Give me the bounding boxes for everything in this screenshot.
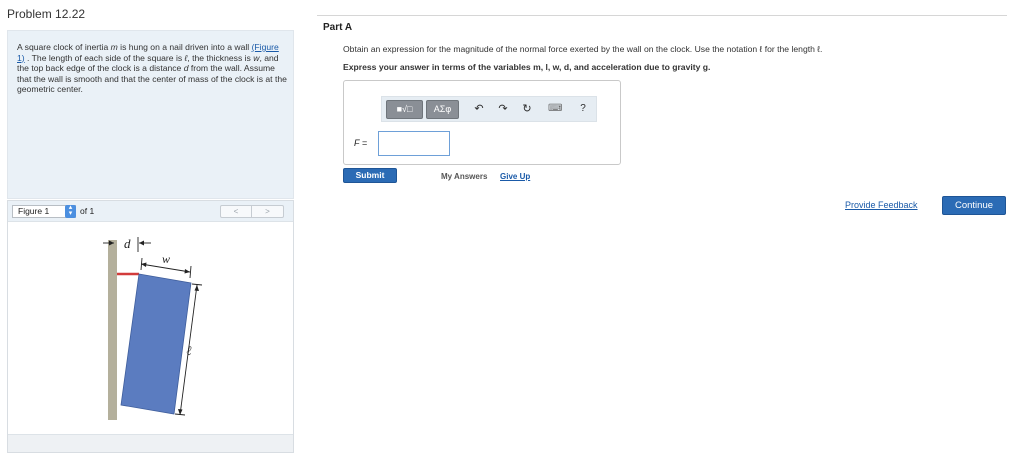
figure-footer bbox=[8, 434, 293, 452]
figure-panel: Figure 1 ▴ ▾ of 1 < > d w ℓ bbox=[7, 200, 294, 453]
templates-button[interactable]: ■√□ bbox=[386, 100, 423, 119]
my-answers-link[interactable]: My Answers bbox=[441, 172, 487, 181]
label-w: w bbox=[162, 252, 170, 266]
continue-button[interactable]: Continue bbox=[942, 196, 1006, 215]
page: Problem 12.22 A square clock of inertia … bbox=[0, 0, 1024, 457]
problem-text-4: , the thickness is bbox=[187, 52, 254, 63]
clock-diagram: d w ℓ bbox=[103, 236, 203, 420]
part-a-instruction: Express your answer in terms of the vari… bbox=[343, 62, 711, 72]
answer-input[interactable] bbox=[378, 131, 450, 156]
problem-statement-box: A square clock of inertia m is hung on a… bbox=[7, 30, 294, 199]
select-spinner-icon: ▴ ▾ bbox=[65, 204, 76, 218]
answer-label: F = bbox=[354, 138, 368, 148]
problem-text-3: . The length of each side of the square … bbox=[24, 52, 185, 63]
var-m: m bbox=[110, 42, 118, 52]
figure-select-value: Figure 1 bbox=[18, 206, 50, 216]
d-arrowhead-right bbox=[139, 240, 144, 246]
redo-icon[interactable]: ↷ bbox=[496, 102, 510, 116]
undo-icon[interactable]: ↶ bbox=[472, 102, 486, 116]
wall bbox=[108, 240, 117, 420]
reset-icon[interactable]: ↻ bbox=[520, 102, 534, 116]
equation-toolbar: ■√□ ΑΣφ ↶ ↷ ↻ ⌨ ? bbox=[381, 96, 597, 122]
figure-nav: < > bbox=[220, 205, 284, 218]
keyboard-icon[interactable]: ⌨ bbox=[548, 102, 562, 116]
help-icon[interactable]: ? bbox=[576, 102, 590, 116]
l-tick-top bbox=[191, 283, 203, 286]
l-arrowhead-top bbox=[194, 285, 199, 291]
problem-text-1: A square clock of inertia bbox=[17, 42, 111, 52]
problem-title: Problem 12.22 bbox=[7, 7, 86, 21]
w-tick-right bbox=[189, 265, 192, 279]
problem-statement: A square clock of inertia m is hung on a… bbox=[17, 42, 287, 95]
part-a-question: Obtain an expression for the magnitude o… bbox=[343, 44, 823, 54]
label-d: d bbox=[124, 236, 131, 251]
answer-box: ■√□ ΑΣφ ↶ ↷ ↻ ⌨ ? F = bbox=[343, 80, 621, 165]
figure-prev-button[interactable]: < bbox=[221, 206, 252, 217]
submit-button[interactable]: Submit bbox=[343, 168, 397, 183]
w-arrowhead-right bbox=[184, 269, 190, 274]
figure-select[interactable]: Figure 1 ▴ ▾ bbox=[12, 204, 76, 218]
part-a-title: Part A bbox=[323, 22, 353, 33]
give-up-link[interactable]: Give Up bbox=[500, 172, 530, 181]
figure-count: of 1 bbox=[80, 206, 95, 216]
clock bbox=[120, 273, 192, 415]
problem-text-2: is hung on a nail driven into a wall bbox=[117, 42, 250, 52]
divider bbox=[317, 15, 1007, 16]
label-l: ℓ bbox=[186, 343, 192, 358]
figure-toolbar: Figure 1 ▴ ▾ of 1 < > bbox=[8, 201, 293, 222]
provide-feedback-link[interactable]: Provide Feedback bbox=[845, 200, 918, 210]
symbols-button[interactable]: ΑΣφ bbox=[426, 100, 459, 119]
figure-next-button[interactable]: > bbox=[252, 206, 283, 217]
